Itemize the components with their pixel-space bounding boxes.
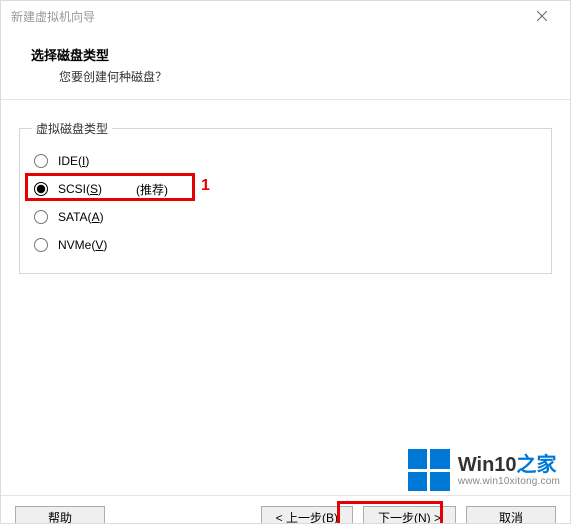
radio-nvme-label: NVMe(V) xyxy=(58,238,107,252)
help-button[interactable]: 帮助 xyxy=(15,506,105,524)
wizard-header: 选择磁盘类型 您要创建何种磁盘？ xyxy=(1,31,570,100)
wizard-window: 新建虚拟机向导 选择磁盘类型 您要创建何种磁盘？ 虚拟磁盘类型 IDE(I) S… xyxy=(0,0,571,524)
recommended-tag: (推荐) xyxy=(136,181,168,198)
wizard-footer: 帮助 < 上一步(B) 下一步(N) > 取消 xyxy=(1,495,570,523)
group-legend: 虚拟磁盘类型 xyxy=(32,120,112,137)
radio-ide[interactable] xyxy=(34,154,48,168)
page-subtitle: 您要创建何种磁盘？ xyxy=(31,68,550,85)
radio-scsi[interactable] xyxy=(34,182,48,196)
window-title: 新建虚拟机向导 xyxy=(11,8,95,25)
cancel-button[interactable]: 取消 xyxy=(466,506,556,524)
option-scsi[interactable]: SCSI(S) (推荐) xyxy=(32,175,539,203)
page-title: 选择磁盘类型 xyxy=(31,45,550,64)
next-button[interactable]: 下一步(N) > xyxy=(363,506,456,524)
radio-sata[interactable] xyxy=(34,210,48,224)
option-sata[interactable]: SATA(A) xyxy=(32,203,539,231)
option-nvme[interactable]: NVMe(V) xyxy=(32,231,539,259)
disk-type-group: 虚拟磁盘类型 IDE(I) SCSI(S) (推荐) SATA(A) NVMe(… xyxy=(19,120,552,274)
titlebar: 新建虚拟机向导 xyxy=(1,1,570,31)
radio-sata-label: SATA(A) xyxy=(58,210,104,224)
watermark-brand: Win10之家 xyxy=(458,454,560,476)
radio-nvme[interactable] xyxy=(34,238,48,252)
back-button[interactable]: < 上一步(B) xyxy=(261,506,353,524)
footer-clip: 帮助 < 上一步(B) 下一步(N) > 取消 xyxy=(1,483,570,523)
option-ide[interactable]: IDE(I) xyxy=(32,147,539,175)
close-button[interactable] xyxy=(522,2,562,30)
content-area: 虚拟磁盘类型 IDE(I) SCSI(S) (推荐) SATA(A) NVMe(… xyxy=(1,100,570,274)
annotation-number-1: 1 xyxy=(201,177,210,195)
radio-scsi-label: SCSI(S) xyxy=(58,182,102,196)
close-icon xyxy=(537,11,547,21)
radio-ide-label: IDE(I) xyxy=(58,154,89,168)
